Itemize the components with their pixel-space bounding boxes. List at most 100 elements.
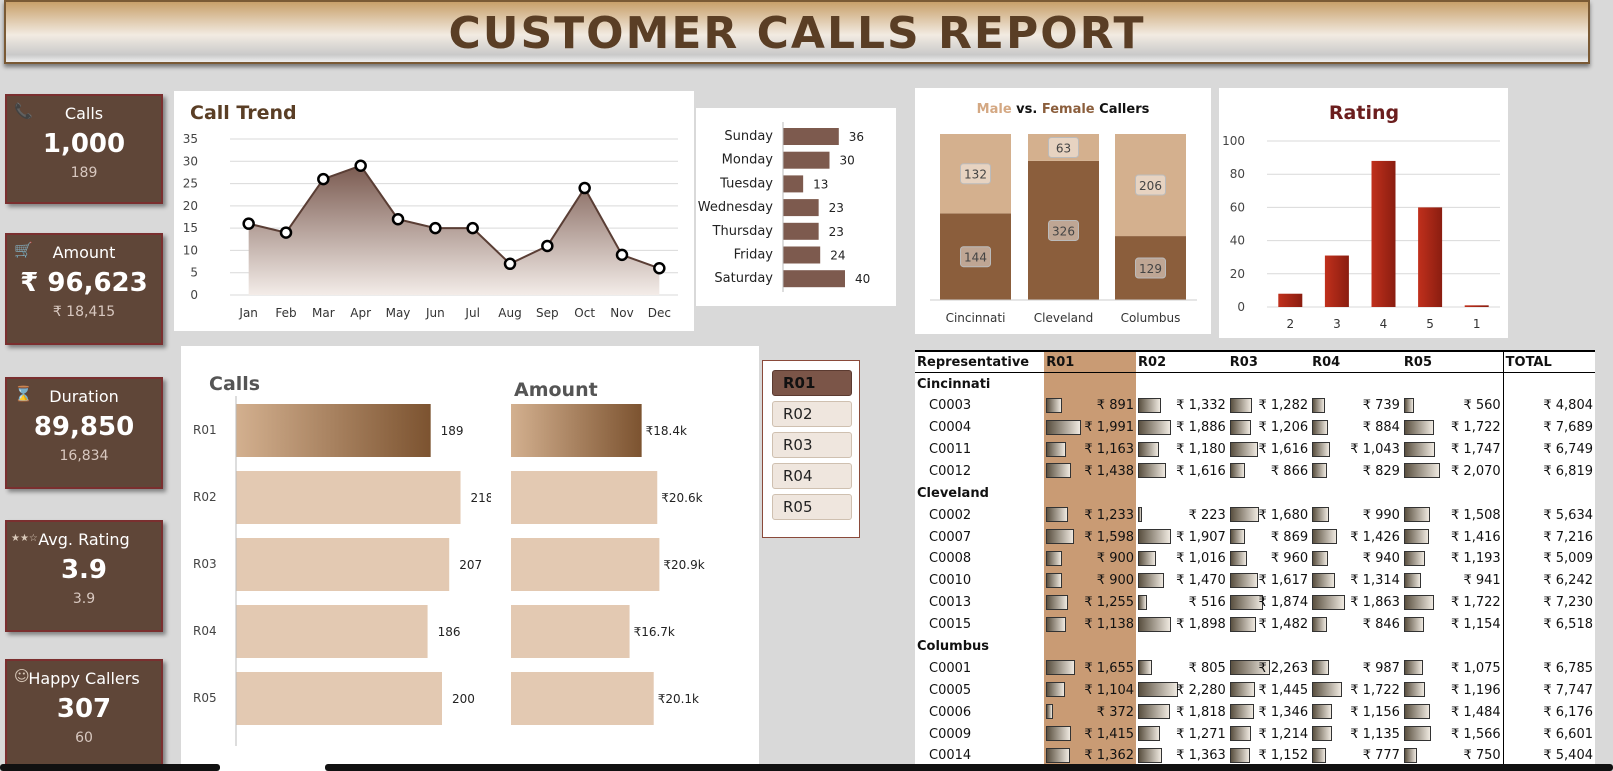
trend-area — [248, 165, 660, 295]
amount-cell: ₹ 1,138 — [1044, 613, 1137, 636]
kpi-card-amount: 🛒 Amount ₹ 96,623 ₹ 18,415 — [5, 233, 163, 345]
row-total: ₹ 6,819 — [1502, 460, 1595, 483]
data-bar — [1403, 682, 1425, 698]
amount-cell: ₹ 1,180 — [1136, 439, 1228, 461]
amount-cell: ₹ 1,255 — [1044, 591, 1137, 614]
data-label: 129 — [1139, 262, 1162, 276]
x-tick-label: Dec — [648, 306, 671, 320]
rep-bar — [511, 605, 630, 658]
customer-id: C0001 — [929, 660, 972, 676]
column-header[interactable]: R04 — [1310, 350, 1402, 374]
amount-cell: ₹ 2,263 — [1228, 657, 1310, 679]
amount-cell: ₹ 1,416 — [1402, 526, 1503, 548]
gender-panel[interactable]: Male vs. Female Callers 144 132 Cincinnati 3… — [915, 88, 1211, 334]
rep-chart-title: Amount — [514, 379, 598, 401]
weekday-value: 24 — [830, 249, 845, 263]
data-label: 326 — [1052, 224, 1075, 238]
row-total: ₹ 6,176 — [1502, 701, 1595, 724]
data-bar — [1312, 726, 1333, 742]
rep-calls-chart: Calls R01 189 R02 218 R03 207 R04 186 R05 200 — [193, 373, 491, 746]
amount-cell: ₹ 1,863 — [1310, 592, 1402, 614]
amount-cell: ₹ 1,886 — [1136, 417, 1228, 439]
data-label: 206 — [1139, 179, 1162, 193]
table-row: C0008 ₹ 900 ₹ 1,016 ₹ 960 ₹ 940 ₹ 1,193 ₹ 5,00… — [915, 548, 1595, 570]
rating-bar — [1371, 160, 1396, 307]
group-name[interactable]: Cleveland — [915, 482, 1044, 504]
column-header[interactable]: R01 — [1044, 350, 1137, 374]
customer-id: C0010 — [929, 573, 972, 589]
weekday-value: 23 — [829, 201, 844, 215]
amount-cell: ₹ 223 — [1136, 504, 1228, 526]
x-tick-label: Aug — [498, 306, 521, 320]
group-name[interactable]: Cincinnati — [915, 373, 1044, 395]
amount-cell: ₹ 1,214 — [1228, 723, 1310, 745]
data-bar — [1138, 419, 1172, 435]
call-trend-panel[interactable]: Call Trend 0 5 10 15 20 25 30 35 Jan Feb Mar Apr May J… — [174, 91, 694, 331]
rep-label: R01 — [193, 423, 217, 437]
amount-cell: ₹ 1,193 — [1402, 548, 1503, 570]
amount-cell: ₹ 805 — [1136, 657, 1228, 679]
weekday-value: 40 — [855, 272, 870, 286]
slicer-item-r03[interactable]: R03 — [772, 432, 852, 458]
trend-point — [578, 181, 591, 195]
data-bar — [1229, 572, 1258, 588]
rep-bar — [236, 538, 450, 591]
data-bar — [1229, 441, 1258, 457]
data-bar — [1403, 529, 1429, 545]
table-row: C0005 ₹ 1,104 ₹ 2,280 ₹ 1,445 ₹ 1,722 ₹ 1,196… — [915, 679, 1595, 702]
rep-bar — [236, 404, 431, 457]
data-bar — [1312, 529, 1338, 545]
data-bar — [1046, 704, 1054, 720]
data-bar — [1046, 441, 1067, 457]
amount-cell: ₹ 866 — [1228, 460, 1310, 482]
column-header[interactable]: R02 — [1136, 350, 1228, 374]
data-bar — [1138, 748, 1163, 764]
stars-icon: ★★☆ — [11, 533, 38, 544]
amount-cell: ₹ 1,135 — [1310, 723, 1402, 745]
taskbar-right — [325, 764, 1613, 771]
data-bar — [1229, 551, 1247, 567]
group-name[interactable]: Columbus — [915, 636, 1044, 658]
kpi-card-calls: 📞 Calls 1,000 189 — [5, 94, 163, 204]
rep-bar-label: 200 — [452, 692, 475, 706]
weekday-chart: Sunday 36 Monday 30 Tuesday 13 Wednesday 23 Thur… — [698, 122, 870, 292]
weekday-panel[interactable]: Sunday 36 Monday 30 Tuesday 13 Wednesday 23 Thur… — [696, 108, 896, 306]
rating-title: Rating — [1329, 102, 1399, 124]
rep-bar-label: ₹20.1k — [658, 692, 699, 706]
amount-cell: ₹ 1,874 — [1228, 592, 1310, 614]
column-header[interactable]: TOTAL — [1502, 350, 1595, 374]
column-header[interactable]: R05 — [1401, 350, 1504, 374]
report-header: CUSTOMER CALLS REPORT — [4, 0, 1590, 64]
table-row: C0010 ₹ 900 ₹ 1,470 ₹ 1,617 ₹ 1,314 ₹ 941 ₹ 6,… — [915, 569, 1595, 592]
amount-cell: ₹ 1,655 — [1044, 657, 1137, 680]
column-header[interactable]: R03 — [1227, 350, 1311, 374]
customer-id: C0015 — [929, 617, 972, 633]
data-label: 63 — [1056, 141, 1071, 155]
data-bar — [1138, 682, 1179, 698]
data-bar — [1138, 397, 1162, 413]
data-bar — [1403, 551, 1425, 567]
table-row: C0004 ₹ 1,991 ₹ 1,886 ₹ 1,206 ₹ 884 ₹ 1,722 ₹ … — [915, 416, 1595, 439]
slicer-item-r01[interactable]: R01 — [772, 370, 852, 396]
amount-cell: ₹ 1,484 — [1402, 701, 1503, 723]
amount-cell: ₹ 1,075 — [1402, 657, 1503, 679]
kpi-subvalue: 16,834 — [59, 448, 109, 464]
data-bar — [1403, 704, 1430, 720]
row-total: ₹ 6,242 — [1502, 569, 1595, 592]
rep-panel[interactable]: Calls R01 189 R02 218 R03 207 R04 186 R05 200 Amou… — [181, 346, 759, 771]
rating-panel[interactable]: Rating 0 20 40 60 80 100 2 3 4 5 1 — [1219, 88, 1508, 338]
column-header[interactable]: Representative — [915, 350, 1045, 374]
weekday-bar — [783, 222, 819, 240]
row-total: ₹ 7,747 — [1502, 679, 1595, 702]
row-total: ₹ 7,216 — [1502, 526, 1595, 549]
amount-cell: ₹ 1,282 — [1228, 395, 1310, 417]
data-bar — [1046, 397, 1063, 413]
trend-title: Call Trend — [190, 102, 297, 124]
slicer-item-r05[interactable]: R05 — [772, 494, 852, 520]
trend-point — [466, 221, 479, 235]
data-bar — [1403, 463, 1440, 479]
trend-point — [615, 248, 629, 262]
slicer-item-r04[interactable]: R04 — [772, 463, 852, 489]
x-tick-label: Jul — [464, 306, 479, 320]
slicer-item-r02[interactable]: R02 — [772, 401, 852, 427]
